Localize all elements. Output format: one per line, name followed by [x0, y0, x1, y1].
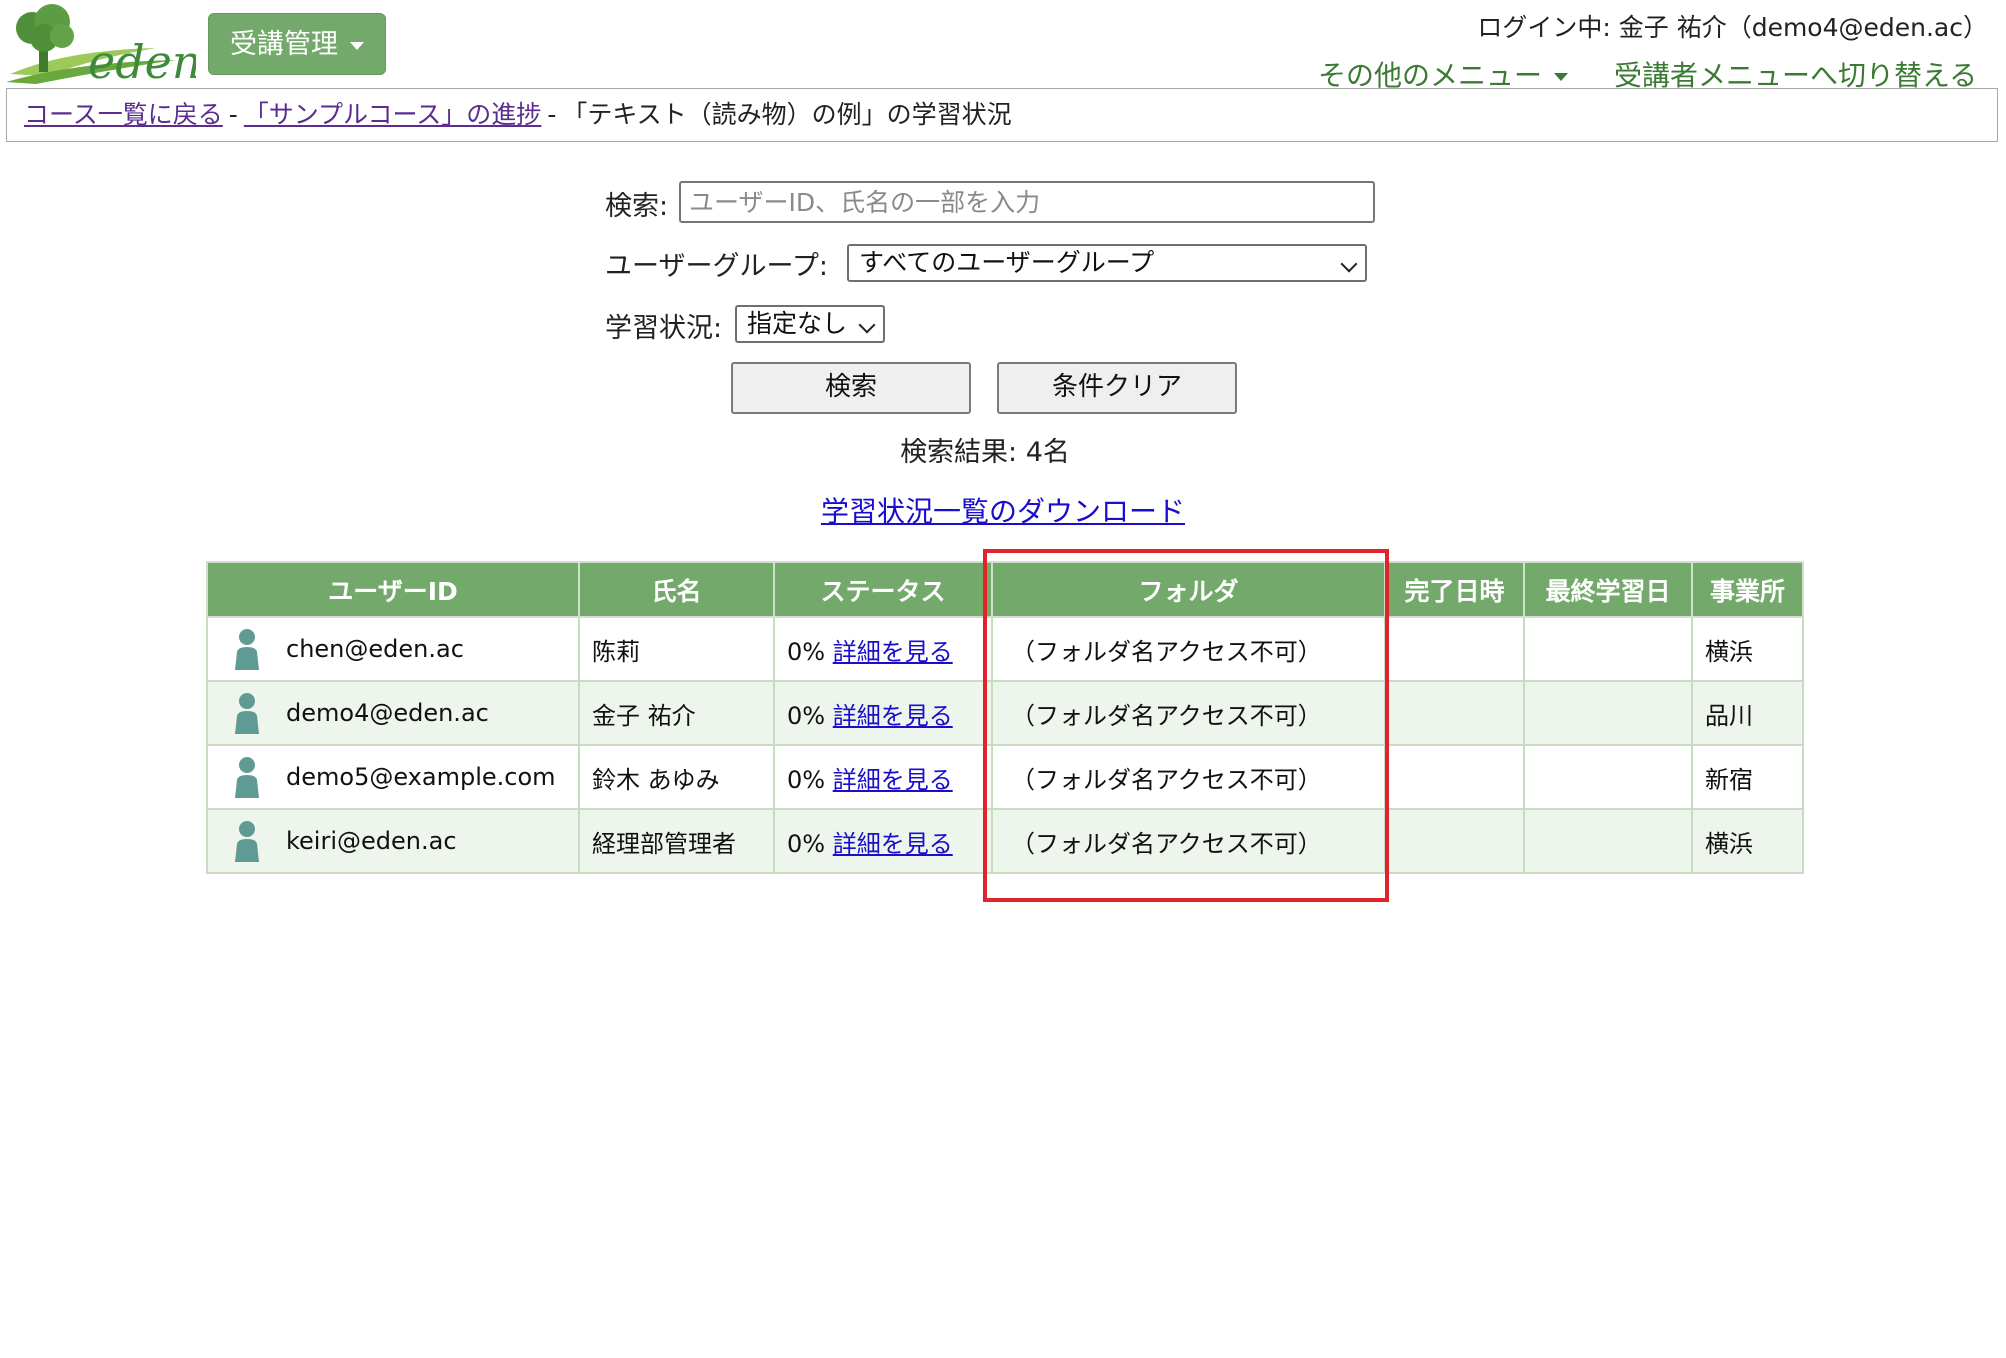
caret-down-icon — [350, 41, 364, 50]
cell-status: 0% 詳細を見る — [773, 808, 993, 874]
clear-conditions-button[interactable]: 条件クリア — [997, 362, 1237, 414]
cell-office: 横浜 — [1691, 808, 1804, 874]
breadcrumb-current: 「テキスト（読み物）の例」の学習状況 — [562, 100, 1012, 129]
cell-completed-date — [1384, 808, 1525, 874]
cell-status: 0% 詳細を見る — [773, 616, 993, 682]
cell-user-id: keiri@eden.ac — [206, 808, 580, 874]
status-selected: 指定なし — [747, 309, 848, 338]
table-row: demo5@example.com 鈴木 あゆみ 0% 詳細を見る （フォルダ名… — [206, 744, 1804, 810]
eden-logo[interactable]: eden — [6, 2, 202, 89]
cell-name: 鈴木 あゆみ — [578, 744, 775, 810]
cell-folder: （フォルダ名アクセス不可） — [991, 808, 1386, 874]
user-id-text: keiri@eden.ac — [286, 827, 457, 855]
breadcrumb-separator: - — [547, 100, 557, 129]
status-percent: 0% — [787, 765, 826, 794]
results-table: ユーザーID 氏名 ステータス フォルダ 完了日時 最終学習日 事業所 chen… — [206, 561, 1804, 874]
cell-completed-date — [1384, 680, 1525, 746]
view-details-link[interactable]: 詳細を見る — [833, 766, 953, 794]
table-row: keiri@eden.ac 経理部管理者 0% 詳細を見る （フォルダ名アクセス… — [206, 808, 1804, 874]
cell-office: 品川 — [1691, 680, 1804, 746]
tree-logo-icon: eden — [6, 4, 202, 89]
status-select[interactable]: 指定なし — [735, 305, 885, 343]
person-icon — [235, 693, 259, 734]
search-label: 検索: — [605, 191, 669, 222]
cell-last-study-date — [1523, 616, 1693, 682]
status-percent: 0% — [787, 829, 826, 858]
cell-user-id: demo4@eden.ac — [206, 680, 580, 746]
user-id-text: demo5@example.com — [286, 763, 556, 791]
chevron-down-icon — [1340, 255, 1358, 273]
breadcrumb: コース一覧に戻る - 「サンプルコース」の進捗 - 「テキスト（読み物）の例」の学習状況 — [6, 88, 1998, 142]
cell-last-study-date — [1523, 744, 1693, 810]
user-id-text: chen@eden.ac — [286, 635, 464, 663]
chevron-down-icon — [858, 316, 876, 334]
cell-user-id: demo5@example.com — [206, 744, 580, 810]
breadcrumb-course-progress[interactable]: 「サンプルコース」の進捗 — [244, 100, 542, 129]
user-id-text: demo4@eden.ac — [286, 699, 489, 727]
download-learning-status-link[interactable]: 学習状況一覧のダウンロード — [821, 495, 1185, 528]
view-details-link[interactable]: 詳細を見る — [833, 830, 953, 858]
header-name[interactable]: 氏名 — [578, 561, 775, 618]
cell-folder: （フォルダ名アクセス不可） — [991, 744, 1386, 810]
person-icon — [235, 629, 259, 670]
cell-office: 新宿 — [1691, 744, 1804, 810]
course-admin-menu-button[interactable]: 受講管理 — [208, 13, 386, 75]
cell-last-study-date — [1523, 680, 1693, 746]
user-group-selected: すべてのユーザーグループ — [859, 248, 1155, 277]
view-details-link[interactable]: 詳細を見る — [833, 702, 953, 730]
status-percent: 0% — [787, 637, 826, 666]
header-last-study-date[interactable]: 最終学習日 — [1523, 561, 1693, 618]
cell-name: 陈莉 — [578, 616, 775, 682]
download-section: 学習状況一覧のダウンロード — [0, 490, 2006, 530]
cell-folder: （フォルダ名アクセス不可） — [991, 680, 1386, 746]
header-completed-date[interactable]: 完了日時 — [1384, 561, 1525, 618]
cell-name: 経理部管理者 — [578, 808, 775, 874]
cell-completed-date — [1384, 744, 1525, 810]
cell-completed-date — [1384, 616, 1525, 682]
user-group-select[interactable]: すべてのユーザーグループ — [847, 244, 1367, 282]
cell-status: 0% 詳細を見る — [773, 680, 993, 746]
course-admin-menu-label: 受講管理 — [230, 29, 338, 60]
cell-name: 金子 祐介 — [578, 680, 775, 746]
breadcrumb-back-to-courses[interactable]: コース一覧に戻る — [24, 100, 223, 129]
table-row: chen@eden.ac 陈莉 0% 詳細を見る （フォルダ名アクセス不可） 横… — [206, 616, 1804, 682]
header-user-id[interactable]: ユーザーID — [206, 561, 580, 618]
breadcrumb-separator: - — [228, 100, 238, 129]
user-group-label: ユーザーグループ: — [605, 251, 828, 282]
cell-office: 横浜 — [1691, 616, 1804, 682]
table-row: demo4@eden.ac 金子 祐介 0% 詳細を見る （フォルダ名アクセス不… — [206, 680, 1804, 746]
cell-folder: （フォルダ名アクセス不可） — [991, 616, 1386, 682]
caret-down-icon — [1554, 73, 1569, 81]
logo-text: eden — [88, 35, 196, 84]
person-icon — [235, 821, 259, 862]
status-percent: 0% — [787, 701, 826, 730]
cell-status: 0% 詳細を見る — [773, 744, 993, 810]
cell-user-id: chen@eden.ac — [206, 616, 580, 682]
cell-last-study-date — [1523, 808, 1693, 874]
table-header-row: ユーザーID 氏名 ステータス フォルダ 完了日時 最終学習日 事業所 — [206, 561, 1804, 618]
header-status[interactable]: ステータス — [773, 561, 993, 618]
header-folder[interactable]: フォルダ — [991, 561, 1386, 618]
search-input[interactable] — [679, 181, 1375, 223]
login-info: ログイン中: 金子 祐介（demo4@eden.ac） — [1477, 13, 1988, 42]
header-office[interactable]: 事業所 — [1691, 561, 1804, 618]
view-details-link[interactable]: 詳細を見る — [833, 638, 953, 666]
person-icon — [235, 757, 259, 798]
result-count: 検索結果: 4名 — [900, 437, 1070, 468]
search-button[interactable]: 検索 — [731, 362, 971, 414]
status-label: 学習状況: — [605, 313, 723, 344]
